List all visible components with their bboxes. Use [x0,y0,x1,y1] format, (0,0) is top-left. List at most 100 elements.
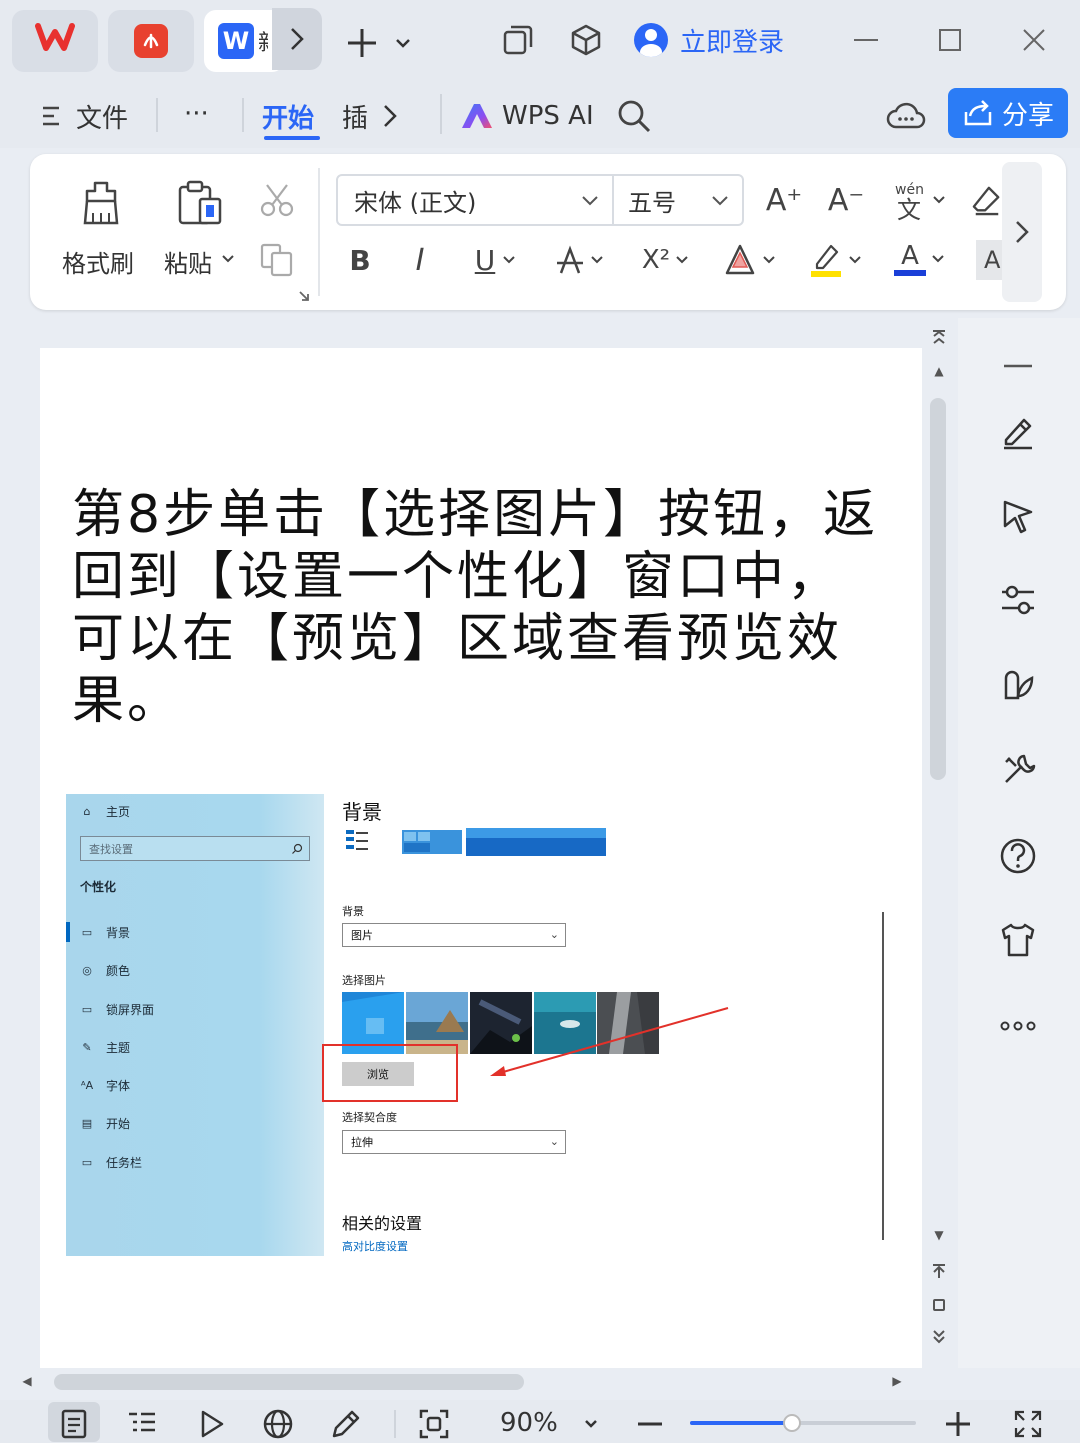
zoom-slider-handle[interactable] [782,1414,801,1432]
wps-home-tab[interactable] [12,10,98,72]
previous-page-icon[interactable] [930,1262,948,1280]
file-menu[interactable]: 文件 [40,84,128,148]
scroll-right-button[interactable]: ▶ [888,1374,906,1388]
ribbon-scroll-right-button[interactable] [1002,162,1042,302]
select-browse-object-icon[interactable] [930,1296,948,1314]
copy-button[interactable] [258,240,296,280]
tabs-scroll-right-button[interactable] [382,84,398,148]
scroll-down-button[interactable]: ▼ [930,1228,948,1242]
copy-icon [260,243,293,277]
cut-button[interactable] [258,180,296,220]
status-separator [394,1410,396,1438]
select-tool-button[interactable] [992,490,1044,542]
more-tools-button[interactable] [992,1000,1044,1052]
adjust-settings-button[interactable] [992,574,1044,626]
scroll-left-button[interactable]: ◀ [18,1374,36,1388]
fit-page-button[interactable] [414,1404,454,1443]
character-shading-icon: A [984,246,1001,274]
font-name-select[interactable]: 宋体 (正文) [336,174,614,226]
chevron-down-icon [763,256,775,264]
lockscreen-icon: ▭ [81,1003,93,1016]
vertical-scrollbar-thumb[interactable] [930,398,946,780]
tools-button[interactable] [992,744,1044,796]
skin-button[interactable] [992,914,1044,966]
bold-button[interactable]: B [340,238,380,282]
underline-icon: U [474,243,496,277]
underline-button[interactable]: U [464,238,526,282]
theme-style-button[interactable] [992,660,1044,712]
pdf-tab[interactable] [108,10,194,72]
menu-separator [156,98,158,132]
cloud-sync-button[interactable] [886,84,926,148]
grow-font-button[interactable]: A⁺ [764,178,804,222]
next-page-icon[interactable] [930,1328,948,1346]
font-size-select[interactable]: 五号 [612,174,744,226]
related-settings-title: 相关的设置 [342,1214,423,1233]
scroll-up-button[interactable]: ▲ [930,364,948,378]
outline-view-button[interactable] [122,1404,162,1443]
character-shading-button[interactable]: A [976,240,1002,280]
read-mode-button[interactable] [192,1404,232,1443]
pen-icon [1004,418,1032,450]
horizontal-scrollbar-thumb[interactable] [54,1374,524,1390]
zoom-level[interactable]: 90% [500,1408,558,1438]
help-button[interactable] [992,830,1044,882]
paste-dropdown-icon[interactable] [222,254,234,264]
superscript-button[interactable]: X² [634,238,696,282]
collapse-icon[interactable] [930,328,948,346]
clipboard-dialog-launcher-icon[interactable] [298,290,310,302]
paste-button[interactable] [174,176,226,230]
text-effect-button[interactable] [718,238,780,282]
wrench-icon [1005,754,1036,783]
zoom-dropdown[interactable] [576,1404,606,1443]
maximize-button[interactable] [930,20,970,60]
clear-format-button[interactable] [972,180,1002,220]
login-label: 立即登录 [680,27,785,58]
app-center-button[interactable] [564,18,608,62]
search-icon [292,843,303,854]
shirt-icon [1001,923,1035,957]
zoom-in-button[interactable] [938,1404,978,1443]
settings-scroll-line [882,912,884,1240]
share-button[interactable]: 分享 [948,88,1068,138]
pen-tool-button[interactable] [992,406,1044,458]
italic-button[interactable]: I [400,238,440,282]
zoom-out-button[interactable] [630,1404,670,1443]
pinyin-guide-button[interactable]: wén 文 [886,176,952,224]
annotation-arrow-icon [490,1007,729,1076]
font-color-button[interactable]: A [888,236,950,282]
new-tab-dropdown[interactable] [390,28,416,58]
login-button[interactable]: 立即登录 [634,18,804,62]
tab-insert[interactable]: 插 [342,84,368,148]
chevron-right-icon [384,105,397,127]
start-icon: ▤ [81,1117,93,1130]
write-mode-button[interactable] [326,1404,366,1443]
close-button[interactable] [1014,20,1054,60]
window-switch-button[interactable] [496,18,540,62]
highlight-button[interactable] [804,238,866,282]
paste-label[interactable]: 粘贴 [164,244,212,279]
more-menu[interactable]: ··· [184,82,209,146]
search-button[interactable] [616,84,652,148]
strikethrough-button[interactable] [548,238,610,282]
panel-collapse-button[interactable] [992,340,1044,392]
minimize-button[interactable] [846,20,886,60]
format-painter-button[interactable] [76,176,126,230]
superscript-icon: X² [641,245,671,275]
page-view-button[interactable] [54,1404,94,1443]
document-tab-title: 新 [258,25,268,57]
document-heading[interactable]: 第8步单击【选择图片】按钮，返回到【设置一个性化】窗口中，可以在【预览】区域查看… [72,484,892,732]
settings-page-title: 背景 [342,800,382,824]
share-icon [964,100,992,126]
format-painter-icon [83,181,119,225]
wps-ai-button[interactable]: WPS AI [460,84,594,148]
tab-scroll-right-button[interactable] [272,8,322,70]
sliders-icon [1002,585,1034,615]
pdf-icon [134,24,168,58]
shrink-font-button[interactable]: A⁻ [826,178,866,222]
web-view-button[interactable] [258,1404,298,1443]
new-tab-button[interactable] [338,20,386,66]
globe-icon [263,1409,293,1439]
font-color-letter: A [901,241,919,271]
fullscreen-button[interactable] [1008,1404,1048,1443]
